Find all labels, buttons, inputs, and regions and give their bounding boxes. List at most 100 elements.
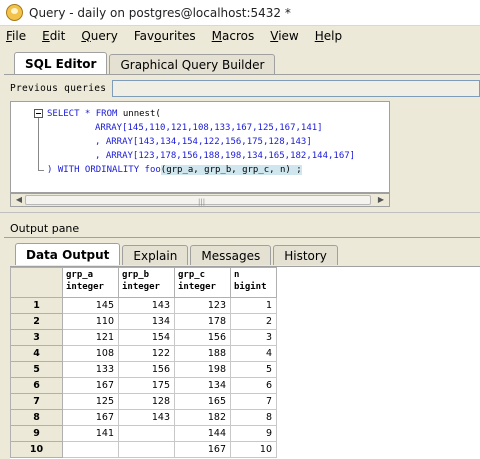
column-type: bigint [234,282,267,292]
table-cell[interactable]: 2 [230,313,277,330]
row-number[interactable]: 10 [10,441,63,458]
table-cell[interactable]: 167 [62,409,119,426]
table-cell[interactable]: 156 [174,329,231,346]
tab-graphical-query-builder[interactable]: Graphical Query Builder [109,54,276,74]
previous-queries-select[interactable] [112,80,480,97]
table-cell[interactable]: 167 [62,377,119,394]
table-cell[interactable]: 123 [174,297,231,314]
scrollbar-thumb[interactable]: ||| [25,195,371,206]
row-number[interactable]: 8 [10,409,63,426]
table-cell[interactable]: 125 [62,393,119,410]
code-line-4: , ARRAY[123,178,156,188,198,134,165,182,… [95,151,356,161]
column-type: integer [178,282,216,292]
output-panel-border [4,237,480,238]
table-cell[interactable]: 128 [118,393,175,410]
tab-history[interactable]: History [273,245,338,265]
table-cell[interactable]: 134 [174,377,231,394]
menu-file[interactable]: File [6,29,26,43]
column-type: integer [122,282,160,292]
output-pane-label: Output pane [10,222,80,235]
table-cell[interactable]: 7 [230,393,277,410]
tab-messages[interactable]: Messages [190,245,272,265]
row-number[interactable]: 2 [10,313,63,330]
scroll-right-arrow-icon[interactable]: ▶ [375,195,387,205]
row-number[interactable]: 7 [10,393,63,410]
table-cell[interactable]: 9 [230,425,277,442]
table-cell[interactable]: 143 [118,409,175,426]
menu-edit[interactable]: Edit [42,29,65,43]
table-row[interactable]: 9 141 144 9 [10,425,277,442]
table-cell[interactable]: 156 [118,361,175,378]
column-name: grp_a [66,270,94,280]
tab-data-output[interactable]: Data Output [15,243,121,265]
tab-explain[interactable]: Explain [122,245,189,265]
menu-favourites[interactable]: Favourites [134,29,196,43]
menu-macros[interactable]: Macros [212,29,255,43]
table-row[interactable]: 5 133 156 198 5 [10,361,277,378]
pane-splitter[interactable] [0,212,480,216]
table-cell[interactable]: 108 [62,345,119,362]
table-cell[interactable]: 121 [62,329,119,346]
table-cell[interactable]: 144 [174,425,231,442]
fold-toggle-icon[interactable] [34,109,43,118]
row-number[interactable]: 9 [10,425,63,442]
data-output-grid[interactable]: grp_a integer grp_b integer grp_c integer n big… [10,266,480,459]
elephant-icon [6,4,23,21]
column-header-n[interactable]: n bigint [230,267,277,298]
table-row[interactable]: 4 108 122 188 4 [10,345,277,362]
column-header-grp_c[interactable]: grp_c integer [174,267,231,298]
table-cell[interactable]: 141 [62,425,119,442]
table-cell[interactable]: 133 [62,361,119,378]
code-line-2: ARRAY[145,110,121,108,133,167,125,167,14… [95,123,323,133]
table-cell[interactable]: 188 [174,345,231,362]
row-number[interactable]: 6 [10,377,63,394]
editor-panel-border [4,74,480,75]
table-row[interactable]: 3 121 154 156 3 [10,329,277,346]
table-cell[interactable]: 182 [174,409,231,426]
column-header-grp_a[interactable]: grp_a integer [62,267,119,298]
menu-help[interactable]: Help [315,29,342,43]
fold-guide-end [38,170,44,171]
table-cell[interactable]: 175 [118,377,175,394]
table-row[interactable]: 8 167 143 182 8 [10,409,277,426]
table-cell[interactable]: 143 [118,297,175,314]
table-cell[interactable] [118,441,175,458]
table-cell[interactable]: 4 [230,345,277,362]
table-cell[interactable]: 10 [230,441,277,458]
table-cell[interactable]: 165 [174,393,231,410]
code-line-5: ) WITH ORDINALITY foo(grp_a, grp_b, grp_… [47,165,302,175]
table-cell[interactable]: 145 [62,297,119,314]
table-row[interactable]: 2 110 134 178 2 [10,313,277,330]
editor-tabs: SQL Editor Graphical Query Builder [14,52,277,74]
table-row[interactable]: 7 125 128 165 7 [10,393,277,410]
row-number[interactable]: 1 [10,297,63,314]
table-cell[interactable]: 154 [118,329,175,346]
code-line-1: SELECT * FROM unnest( [47,109,161,119]
table-cell[interactable]: 122 [118,345,175,362]
table-row[interactable]: 1 145 143 123 1 [10,297,277,314]
table-row[interactable]: 10 167 10 [10,441,277,458]
row-number[interactable]: 5 [10,361,63,378]
column-header-grp_b[interactable]: grp_b integer [118,267,175,298]
table-cell[interactable]: 5 [230,361,277,378]
menu-query[interactable]: Query [81,29,117,43]
row-number[interactable]: 4 [10,345,63,362]
table-cell[interactable]: 178 [174,313,231,330]
editor-horizontal-scrollbar[interactable]: ◀ ||| ▶ [10,193,390,207]
table-cell[interactable]: 1 [230,297,277,314]
row-number[interactable]: 3 [10,329,63,346]
table-cell[interactable]: 6 [230,377,277,394]
table-cell[interactable]: 167 [174,441,231,458]
sql-editor[interactable]: SELECT * FROM unnest( ARRAY[145,110,121,… [10,101,390,193]
table-cell[interactable] [118,425,175,442]
table-cell[interactable] [62,441,119,458]
table-cell[interactable]: 8 [230,409,277,426]
scroll-left-arrow-icon[interactable]: ◀ [13,195,25,205]
table-cell[interactable]: 3 [230,329,277,346]
tab-sql-editor[interactable]: SQL Editor [14,52,108,74]
menu-view[interactable]: View [270,29,298,43]
table-cell[interactable]: 110 [62,313,119,330]
table-cell[interactable]: 198 [174,361,231,378]
table-row[interactable]: 6 167 175 134 6 [10,377,277,394]
table-cell[interactable]: 134 [118,313,175,330]
